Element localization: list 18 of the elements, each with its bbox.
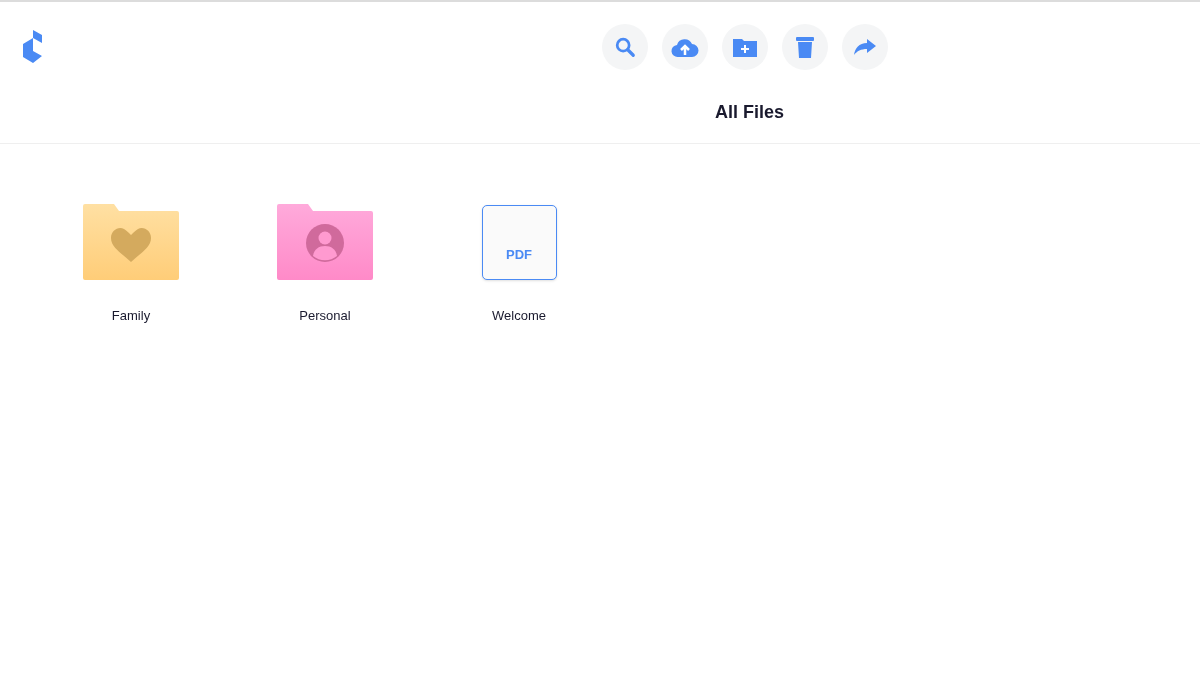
file-type-label: PDF <box>506 246 532 264</box>
search-button[interactable] <box>602 24 648 70</box>
heart-folder-icon[interactable] <box>83 204 179 280</box>
folder-plus-icon <box>732 36 758 58</box>
search-icon <box>614 36 636 58</box>
person-folder-icon[interactable] <box>277 204 373 280</box>
upload-button[interactable] <box>662 24 708 70</box>
item-name[interactable]: Family <box>111 306 151 326</box>
trash-icon <box>795 35 815 59</box>
item-name[interactable]: Personal <box>299 306 351 326</box>
share-button[interactable] <box>842 24 888 70</box>
page-title: All Files <box>715 101 786 124</box>
delete-button[interactable] <box>782 24 828 70</box>
share-arrow-icon <box>853 38 877 56</box>
item-name[interactable]: Welcome <box>492 306 546 326</box>
cloud-upload-icon <box>671 36 699 58</box>
new-folder-button[interactable] <box>722 24 768 70</box>
logo-icon[interactable] <box>22 30 44 65</box>
